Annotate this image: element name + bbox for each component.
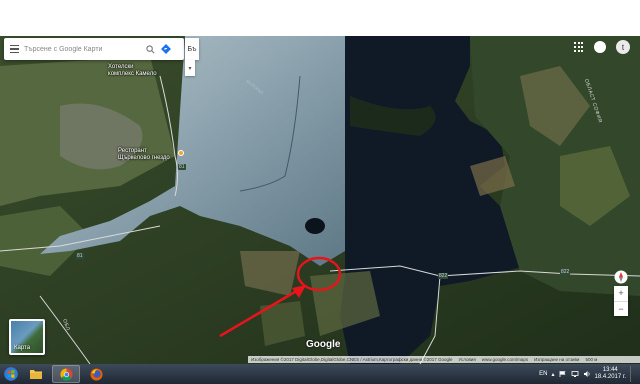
menu-icon[interactable] [4,38,24,60]
zoom-out-button[interactable]: − [614,300,628,317]
screenshot: Хотелски комплекс Камело Ресторант Щърке… [0,0,640,384]
chrome-icon [59,367,73,381]
search-icon[interactable] [142,38,158,60]
imagery-credit: Изображения ©2017 DigitalGlobe,DigitalGl… [251,357,453,362]
search-input[interactable] [24,39,142,59]
hotel-label[interactable]: Хотелски комплекс Камело [108,64,157,78]
show-desktop-button[interactable] [630,366,634,382]
search-box [4,38,184,60]
browser-blank-area [0,0,640,36]
network-icon[interactable] [571,370,579,378]
maps-url-link[interactable]: www.google.com/maps [482,357,528,362]
firefox-icon [89,367,103,381]
volume-icon[interactable] [583,370,591,378]
restaurant-label[interactable]: Ресторант Щъркелово гнездо [118,148,170,162]
satellite-map[interactable]: Хотелски комплекс Камело Ресторант Щърке… [0,36,640,364]
clock[interactable]: 13:44 18.4.2017 г. [595,367,626,381]
collapse-panel-icon[interactable]: ▾ [185,60,195,76]
map-type-label: Карта [14,345,31,351]
taskbar: EN ▴ 13:44 18.4.2017 г. [0,364,640,384]
directions-icon[interactable] [158,38,174,60]
system-tray: EN ▴ 13:44 18.4.2017 г. [539,366,640,382]
satellite-imagery [0,36,640,364]
clock-time: 13:44 [602,367,618,373]
language-indicator[interactable]: EN [539,371,547,377]
notifications-icon[interactable] [594,41,606,53]
map-type-toggle[interactable]: Карта [9,319,45,355]
flag-icon[interactable] [559,370,567,378]
road-label-822-a: 822 [438,273,449,279]
language-button[interactable]: Бъ [185,38,199,60]
google-logo: Google [306,339,341,350]
terms-link[interactable]: Условия [458,357,475,362]
start-button[interactable] [0,364,22,384]
clock-date: 18.4.2017 г. [594,374,626,380]
attribution-bar: Изображения ©2017 DigitalGlobe,DigitalGl… [248,356,640,363]
road-label-81-a: 81 [178,164,186,170]
taskbar-chrome[interactable] [52,365,80,383]
road-label-822-b: 822 [560,269,571,275]
scale-label[interactable]: 500 м [585,357,597,362]
zoom-control: + − [614,286,628,316]
avatar[interactable]: t [616,40,630,54]
show-hidden-icons-icon[interactable]: ▴ [552,371,555,378]
windows-logo-icon [4,367,18,381]
taskbar-firefox[interactable] [82,365,110,383]
account-controls: t [574,40,630,54]
taskbar-explorer[interactable] [22,365,50,383]
feedback-link[interactable]: Изпращане на отзиви [534,357,579,362]
folder-icon [30,370,42,379]
restaurant-pin-icon[interactable] [178,150,184,156]
zoom-in-button[interactable]: + [614,286,628,301]
road-label-81-b: 81 [76,253,84,259]
apps-grid-icon[interactable] [574,42,584,52]
